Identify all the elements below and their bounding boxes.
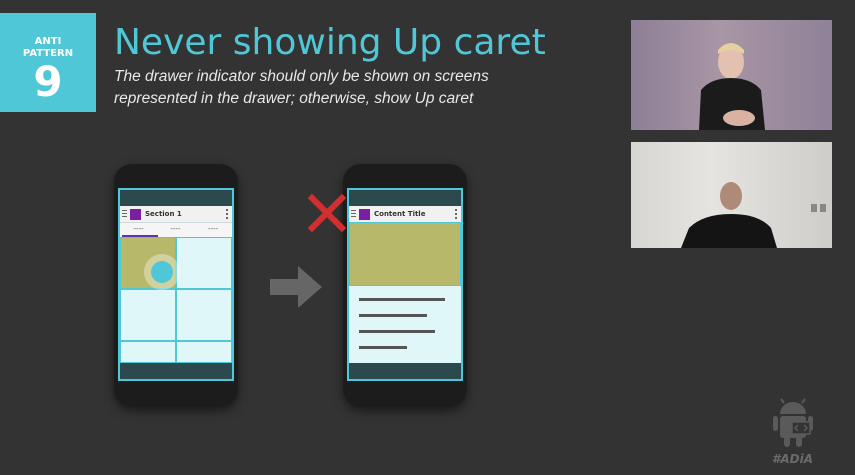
action-bar-title: Section 1 bbox=[145, 210, 182, 218]
app-icon bbox=[130, 209, 141, 220]
action-bar-title: Content Title bbox=[374, 210, 426, 218]
red-x-icon bbox=[308, 194, 346, 232]
phone-screen-left: Section 1 ---- ---- ---- bbox=[118, 188, 234, 381]
status-bar bbox=[349, 190, 461, 206]
tab-3[interactable]: ---- bbox=[194, 223, 232, 237]
webcam-feed-top bbox=[631, 20, 832, 130]
phone-mockup-left: Section 1 ---- ---- ---- bbox=[114, 164, 238, 407]
tab-label: ---- bbox=[133, 225, 144, 233]
nav-bar bbox=[120, 363, 232, 379]
badge-line1: ANTI bbox=[34, 36, 62, 47]
status-bar bbox=[120, 190, 232, 206]
tab-2[interactable]: ---- bbox=[157, 223, 194, 237]
tab-strip: ---- ---- ---- bbox=[120, 223, 232, 237]
drawer-indicator-icon[interactable] bbox=[351, 210, 356, 218]
grid-tile[interactable] bbox=[120, 341, 176, 363]
nav-bar bbox=[349, 363, 461, 379]
action-bar: Section 1 bbox=[120, 206, 232, 223]
action-bar: Content Title bbox=[349, 206, 461, 223]
slide-subtitle: The drawer indicator should only be show… bbox=[114, 68, 489, 107]
phone-screen-right: Content Title bbox=[347, 188, 463, 381]
tab-indicator bbox=[122, 235, 158, 237]
grid-tile[interactable] bbox=[120, 289, 176, 341]
app-icon bbox=[359, 209, 370, 220]
android-logo-icon bbox=[773, 398, 813, 447]
hashtag-label: #ADiA bbox=[772, 452, 813, 466]
grid-tile[interactable] bbox=[176, 289, 232, 341]
tab-label: ---- bbox=[170, 225, 181, 233]
webcam-feed-bottom bbox=[631, 142, 832, 248]
anti-pattern-badge: ANTI PATTERN 9 bbox=[0, 13, 96, 112]
presenter-silhouette bbox=[681, 182, 826, 248]
content-text-line bbox=[359, 314, 427, 317]
content-text-line bbox=[359, 298, 445, 301]
right-arrow-icon bbox=[270, 266, 322, 308]
content-text-line bbox=[359, 346, 407, 349]
drawer-indicator-icon[interactable] bbox=[122, 210, 127, 218]
touch-point bbox=[151, 261, 173, 283]
content-image bbox=[349, 222, 461, 286]
phone-mockup-right: Content Title bbox=[343, 164, 467, 407]
grid-tile[interactable] bbox=[176, 237, 232, 289]
overflow-menu-icon[interactable] bbox=[455, 209, 457, 219]
presenter-silhouette bbox=[699, 43, 765, 130]
tab-label: ---- bbox=[207, 225, 219, 233]
badge-number: 9 bbox=[33, 57, 63, 106]
slide-title: Never showing Up caret bbox=[114, 22, 546, 63]
content-text-line bbox=[359, 330, 435, 333]
grid-tile[interactable] bbox=[176, 341, 232, 363]
overflow-menu-icon[interactable] bbox=[226, 209, 228, 219]
